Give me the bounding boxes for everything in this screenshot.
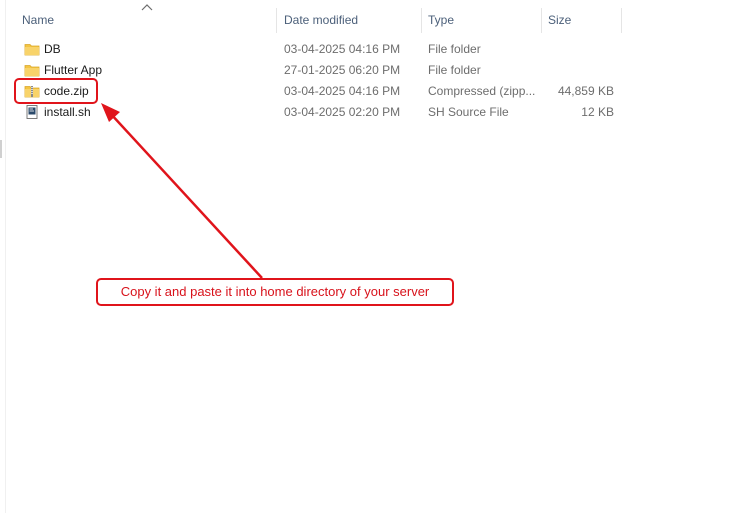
file-type: File folder — [428, 63, 481, 77]
column-header-type[interactable]: Type — [428, 13, 538, 31]
column-divider[interactable] — [421, 8, 422, 33]
file-type: Compressed (zipp... — [428, 84, 536, 98]
column-divider[interactable] — [541, 8, 542, 33]
column-divider[interactable] — [276, 8, 277, 33]
column-divider[interactable] — [621, 8, 622, 33]
highlight-box — [14, 78, 98, 104]
file-date-modified: 27-01-2025 06:20 PM — [284, 63, 401, 77]
file-type: File folder — [428, 42, 481, 56]
file-type: SH Source File — [428, 105, 509, 119]
file-row-flutter-app[interactable]: Flutter App 27-01-2025 06:20 PM File fol… — [20, 60, 620, 81]
file-date-modified: 03-04-2025 02:20 PM — [284, 105, 401, 119]
annotation-callout: Copy it and paste it into home directory… — [96, 278, 454, 306]
script-file-icon — [26, 105, 38, 119]
file-row-install-sh[interactable]: install.sh 03-04-2025 02:20 PM SH Source… — [20, 102, 620, 123]
file-size: 12 KB — [581, 105, 614, 119]
file-date-modified: 03-04-2025 04:16 PM — [284, 42, 401, 56]
file-size: 44,859 KB — [557, 84, 614, 98]
folder-icon — [24, 44, 40, 56]
file-name: DB — [44, 42, 61, 56]
column-header-size[interactable]: Size — [548, 13, 618, 31]
folder-icon — [24, 65, 40, 77]
file-name: install.sh — [44, 105, 91, 119]
file-date-modified: 03-04-2025 04:16 PM — [284, 84, 401, 98]
left-pane-edge — [0, 0, 6, 513]
file-name: Flutter App — [44, 63, 103, 77]
splitter-handle[interactable] — [0, 140, 2, 158]
column-header-date-modified[interactable]: Date modified — [284, 13, 414, 31]
file-row-code-zip[interactable]: code.zip 03-04-2025 04:16 PM Compressed … — [20, 81, 620, 102]
column-header-bar: Name Date modified Type Size — [0, 0, 733, 40]
column-header-name[interactable]: Name — [22, 13, 272, 31]
file-row-db[interactable]: DB 03-04-2025 04:16 PM File folder — [20, 39, 620, 60]
sort-ascending-icon — [141, 4, 153, 11]
